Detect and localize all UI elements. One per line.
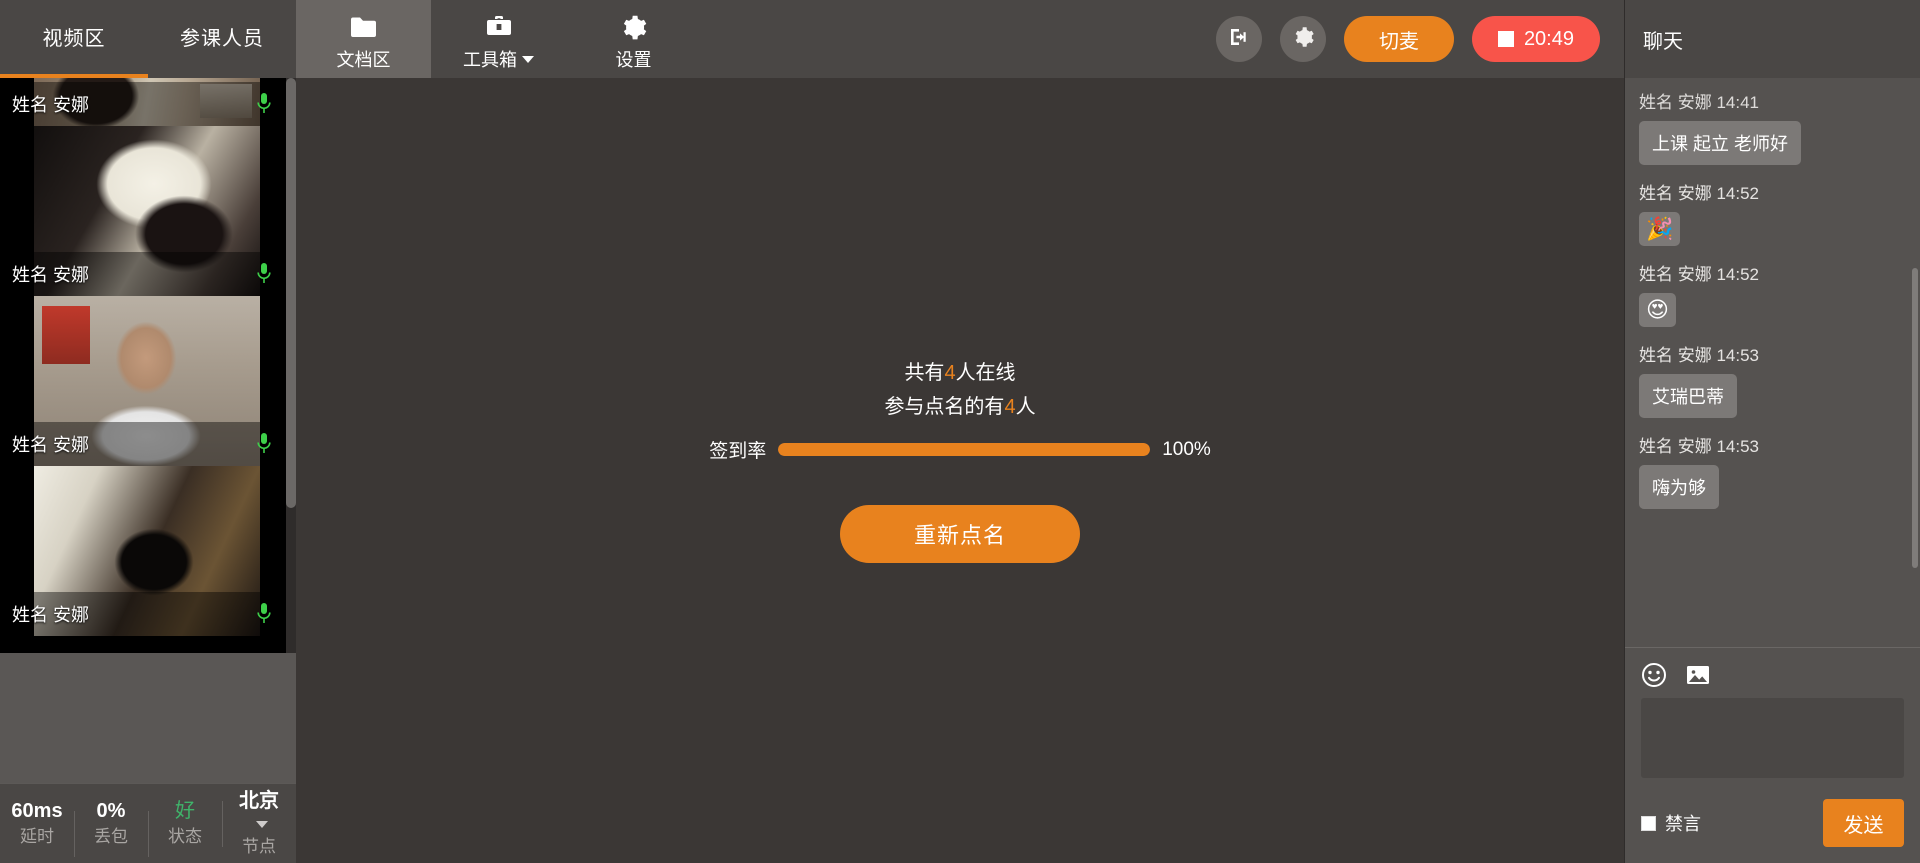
sign-in-rate-row: 签到率 100% [700,436,1220,463]
smiley-icon[interactable] [1641,662,1667,688]
chat-message-meta: 姓名 安娜 14:52 [1639,184,1759,203]
exit-button[interactable] [1215,16,1262,62]
video-feed [34,296,260,466]
stop-square-icon [1497,31,1514,47]
joined-count-line: 参与点名的有4人 [700,390,1220,424]
left-panel: 视频区 参课人员 姓名 安娜 姓名 安娜 姓名 安娜 姓名 安娜 60ms 延时… [0,0,296,863]
video-tile-list[interactable]: 姓名 安娜 姓名 安娜 姓名 安娜 姓名 安娜 [0,78,296,653]
video-tile[interactable]: 姓名 安娜 [0,78,286,126]
toolbar-actions: 切麦 20:49 [1215,0,1624,78]
video-tile[interactable]: 姓名 安娜 [0,296,286,466]
chat-panel: 聊天 姓名 安娜 14:41 上课 起立 老师好 姓名 安娜 14:52 🎉 姓… [1624,0,1920,863]
joined-suffix: 人 [1015,396,1036,418]
toggle-mic-button[interactable]: 切麦 [1343,16,1454,62]
status-packet-loss: 0% 丢包 [74,799,148,858]
chat-message-bubble: 艾瑞巴蒂 [1639,374,1737,418]
folder-icon [350,12,378,42]
status-node-label: 节点 [242,837,276,857]
status-latency-label: 延时 [20,827,54,847]
chat-message-bubble: 上课 起立 老师好 [1639,121,1802,165]
chat-message: 姓名 安娜 14:53 艾瑞巴蒂 [1639,341,1906,418]
mute-all-label: 禁言 [1665,814,1701,834]
sign-in-rate-label: 签到率 [709,441,767,462]
chat-message-meta: 姓名 安娜 14:53 [1639,437,1759,456]
chat-compose-footer: 禁言 发送 [1641,799,1904,847]
chevron-down-icon[interactable] [256,820,268,828]
joined-prefix: 参与点名的有 [884,396,1005,418]
status-latency: 60ms 延时 [0,799,74,847]
toolbox-icon [485,12,513,42]
status-packet-loss-label: 丢包 [94,827,128,847]
toolbar-item-toolbox[interactable]: 工具箱 [431,0,566,78]
sign-in-rate-progress-fill [778,443,1151,456]
video-tile[interactable]: 姓名 安娜 [0,126,286,296]
chat-message-bubble: 🎉 [1639,212,1681,246]
online-count-line: 共有4人在线 [700,356,1220,390]
send-button[interactable]: 发送 [1823,799,1904,847]
roll-call-panel: 共有4人在线 参与点名的有4人 签到率 100% 重新点名 [700,356,1220,563]
video-feed [34,78,260,126]
status-latency-value: 60ms [11,800,63,823]
sign-in-rate-progressbar [778,443,1151,456]
chat-message: 姓名 安娜 14:41 上课 起立 老师好 [1639,88,1906,165]
gear-icon [1291,25,1315,54]
tab-video-area[interactable]: 视频区 [0,0,148,78]
status-node-value: 北京 [239,790,279,813]
center-panel: 文档区 工具箱 设置 切麦 20:49 共有4人在线 参与点名的有4人 签到率 … [296,0,1624,863]
online-count: 4 [944,362,956,384]
chat-message-meta: 姓名 安娜 14:52 [1639,265,1759,284]
sign-in-rate-percent: 100% [1162,438,1211,460]
video-feed [34,466,260,636]
mute-all-toggle[interactable]: 禁言 [1641,810,1701,836]
toolbar-item-documents-label: 文档区 [336,50,391,70]
toolbar-item-settings[interactable]: 设置 [566,0,701,78]
chat-message: 姓名 安娜 14:53 嗨为够 [1639,432,1906,509]
toolbar-item-settings-label: 设置 [615,50,652,70]
chat-message-bubble: 😍 [1639,293,1676,327]
chat-input[interactable] [1641,698,1904,778]
restart-rollcall-button[interactable]: 重新点名 [840,505,1080,563]
video-tile[interactable]: 姓名 安娜 [0,466,286,636]
toolbar-item-toolbox-label: 工具箱 [463,50,517,70]
connection-status-bar: 60ms 延时 0% 丢包 好 状态 北京 节点 [0,783,296,863]
chevron-down-icon[interactable] [522,55,534,63]
chat-compose-tools [1641,662,1904,688]
video-list-scrollbar[interactable] [286,78,296,653]
chat-message-meta: 姓名 安娜 14:41 [1639,93,1759,112]
chat-message-list[interactable]: 姓名 安娜 14:41 上课 起立 老师好 姓名 安娜 14:52 🎉 姓名 安… [1625,78,1920,647]
status-quality: 好 状态 [148,799,222,858]
chat-panel-header: 聊天 [1625,0,1920,78]
center-content: 共有4人在线 参与点名的有4人 签到率 100% 重新点名 [296,78,1624,863]
mute-all-checkbox[interactable] [1641,815,1656,831]
recording-timer-label: 20:49 [1523,27,1574,50]
gear-icon [620,12,647,42]
status-node-selector[interactable]: 北京 节点 [222,789,296,857]
chat-compose-area: 禁言 发送 [1625,648,1920,863]
toolbar-item-documents[interactable]: 文档区 [296,0,431,78]
video-feed [34,126,260,296]
chat-message-bubble: 嗨为够 [1639,465,1719,509]
recording-timer-button[interactable]: 20:49 [1471,16,1600,62]
tab-participants[interactable]: 参课人员 [148,0,296,78]
status-packet-loss-value: 0% [96,800,126,823]
chat-message-meta: 姓名 安娜 14:53 [1639,346,1759,365]
video-list-empty-area [0,653,296,783]
online-suffix: 人在线 [955,362,1016,384]
status-quality-value: 好 [175,800,195,823]
chat-message: 姓名 安娜 14:52 😍 [1639,260,1906,327]
left-panel-tabs: 视频区 参课人员 [0,0,296,78]
status-quality-label: 状态 [168,827,202,847]
top-toolbar: 文档区 工具箱 设置 切麦 20:49 [296,0,1624,78]
joined-count: 4 [1004,396,1016,418]
online-prefix: 共有 [904,362,945,384]
chat-message: 姓名 安娜 14:52 🎉 [1639,179,1906,246]
settings-button[interactable] [1279,16,1326,62]
image-icon[interactable] [1685,662,1711,688]
video-list-scrollbar-thumb[interactable] [286,78,296,508]
app-root: 视频区 参课人员 姓名 安娜 姓名 安娜 姓名 安娜 姓名 安娜 60ms 延时… [0,0,1920,863]
chat-title: 聊天 [1643,30,1683,53]
chat-scrollbar-thumb[interactable] [1912,268,1918,568]
exit-icon [1227,25,1251,54]
